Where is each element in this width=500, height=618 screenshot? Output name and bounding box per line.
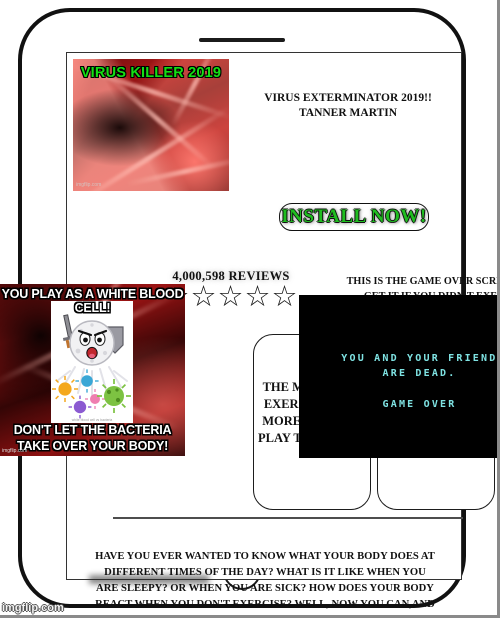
app-thumbnail-credit: imgflip.com: [76, 182, 102, 188]
game-over-screen: YOU AND YOUR FRIENDS ARE DEAD. GAME OVER: [299, 295, 500, 458]
section-divider: [113, 517, 463, 519]
app-title: VIRUS EXTERMINATOR 2019!! TANNER MARTIN: [264, 92, 432, 119]
install-now-button[interactable]: INSTALL NOW!: [279, 203, 429, 231]
imgflip-watermark: imgflip.com: [2, 602, 64, 614]
wbc-meme-credit: imgflip.com: [2, 448, 28, 454]
white-blood-cell-meme: white blood cell vs bacteria YOU PLAY AS…: [0, 284, 185, 456]
app-description: HAVE YOU EVER WANTED TO KNOW WHAT YOUR B…: [95, 551, 435, 618]
white-blood-cell-illustration: white blood cell vs bacteria: [51, 301, 133, 423]
install-now-label: INSTALL NOW!: [281, 206, 427, 227]
wbc-meme-top-text: YOU PLAY AS A WHITE BLOOD CELL!: [1, 287, 184, 315]
game-over-line-3: GAME OVER: [382, 399, 457, 410]
wbc-meme-bottom-text: DON'T LET THE BACTERIA TAKE OVER YOUR BO…: [13, 423, 172, 453]
app-thumbnail-title: VIRUS KILLER 2019: [80, 65, 222, 81]
game-over-line-2: ARE DEAD.: [382, 368, 457, 379]
meme-canvas: VIRUS KILLER 2019 imgflip.com VIRUS EXTE…: [0, 0, 500, 618]
phone-speaker: [199, 38, 285, 42]
cell-warrior-svg: [52, 314, 131, 419]
app-thumbnail-image: VIRUS KILLER 2019 imgflip.com: [73, 59, 229, 191]
game-over-line-1: YOU AND YOUR FRIENDS: [341, 353, 500, 364]
